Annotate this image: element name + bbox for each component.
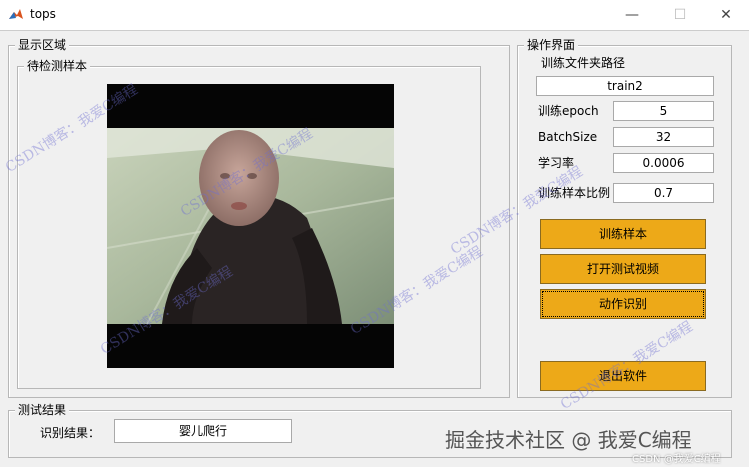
sample-ratio-field[interactable]: 0.7 [613, 183, 714, 203]
matlab-icon [9, 9, 23, 19]
brand-watermark: 掘金技术社区 @ 我爱C编程 [445, 428, 692, 452]
epoch-label: 训练epoch [538, 104, 599, 118]
action-recognition-button[interactable]: 动作识别 [540, 289, 706, 319]
batchsize-label: BatchSize [538, 130, 598, 144]
epoch-field[interactable]: 5 [613, 101, 714, 121]
exit-button[interactable]: 退出软件 [540, 361, 706, 391]
operation-panel-title: 操作界面 [524, 37, 579, 53]
learning-rate-field[interactable]: 0.0006 [613, 153, 714, 173]
train-samples-button[interactable]: 训练样本 [540, 219, 706, 249]
display-area-title: 显示区域 [15, 37, 70, 53]
minimize-button[interactable]: — [609, 0, 655, 30]
train-folder-field[interactable]: train2 [536, 76, 714, 96]
open-test-video-button[interactable]: 打开测试视频 [540, 254, 706, 284]
result-field: 婴儿爬行 [114, 419, 292, 443]
video-frame-image [107, 128, 394, 324]
brand-watermark-small: CSDN @我爱C编程 [632, 454, 721, 465]
title-bar: tops — ☐ ✕ [0, 0, 749, 30]
result-label: 识别结果： [40, 426, 101, 440]
sample-ratio-label: 训练样本比例 [538, 186, 611, 200]
sample-panel-title: 待检测样本 [24, 58, 91, 74]
close-button[interactable]: ✕ [703, 0, 749, 30]
result-panel-title: 测试结果 [15, 402, 70, 418]
learning-rate-label: 学习率 [538, 156, 575, 170]
video-display [107, 84, 394, 368]
batchsize-field[interactable]: 32 [613, 127, 714, 147]
maximize-button[interactable]: ☐ [657, 0, 703, 30]
title-divider [0, 30, 749, 31]
train-folder-label: 训练文件夹路径 [541, 56, 626, 70]
window-title: tops [30, 7, 56, 21]
